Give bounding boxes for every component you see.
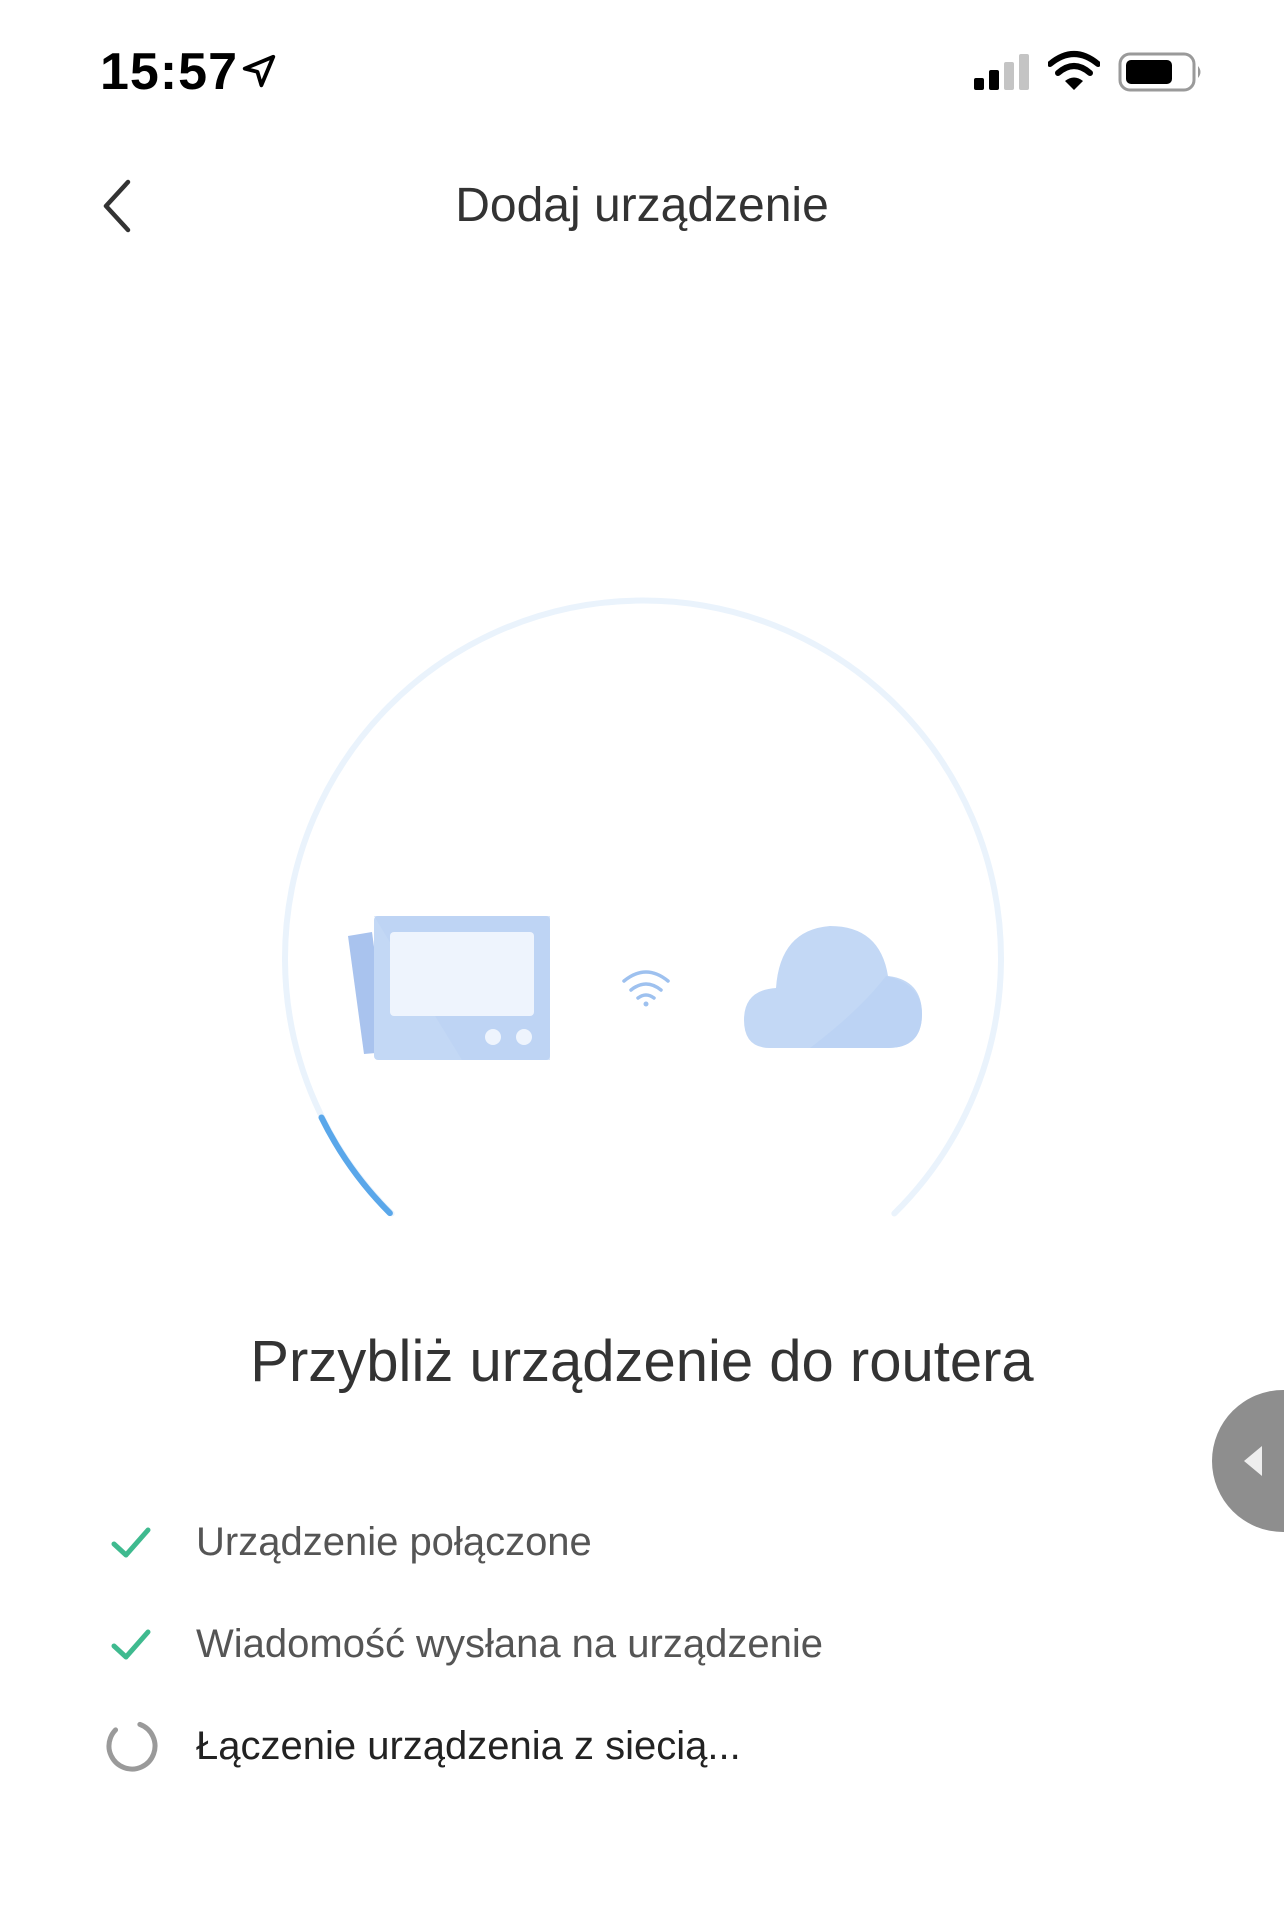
- location-arrow-icon: [242, 54, 276, 88]
- loading-spinner-icon: [106, 1720, 158, 1772]
- cellular-signal-icon: [974, 54, 1029, 90]
- page-title: Dodaj urządzenie: [455, 179, 829, 232]
- progress-steps: Urządzenie połączone Wiadomość wysłana n…: [100, 1510, 1100, 1816]
- step-item: Łączenie urządzenia z siecią...: [100, 1714, 1100, 1816]
- step-label: Urządzenie połączone: [196, 1520, 592, 1564]
- connection-illustration: [282, 597, 1004, 1217]
- check-icon: [111, 1629, 151, 1660]
- device-icon: [348, 916, 550, 1060]
- progress-track-arc: [282, 597, 1004, 1217]
- status-bar: 15:57: [0, 0, 1284, 140]
- status-time: 15:57: [100, 43, 238, 101]
- triangle-left-icon: [1244, 1446, 1262, 1476]
- wifi-signal-icon: [622, 970, 670, 1007]
- step-item: Wiadomość wysłana na urządzenie: [100, 1612, 1100, 1714]
- step-label: Wiadomość wysłana na urządzenie: [196, 1622, 823, 1666]
- progress-arc: [318, 1114, 393, 1217]
- battery-icon: [1118, 52, 1201, 92]
- step-item: Urządzenie połączone: [100, 1510, 1100, 1612]
- side-floating-handle[interactable]: [1212, 1390, 1284, 1532]
- instruction-message: Przybliż urządzenie do routera: [250, 1329, 1034, 1394]
- check-icon: [111, 1527, 151, 1558]
- wifi-icon: [1048, 51, 1100, 90]
- cloud-icon: [744, 926, 922, 1048]
- step-label: Łączenie urządzenia z siecią...: [196, 1724, 741, 1768]
